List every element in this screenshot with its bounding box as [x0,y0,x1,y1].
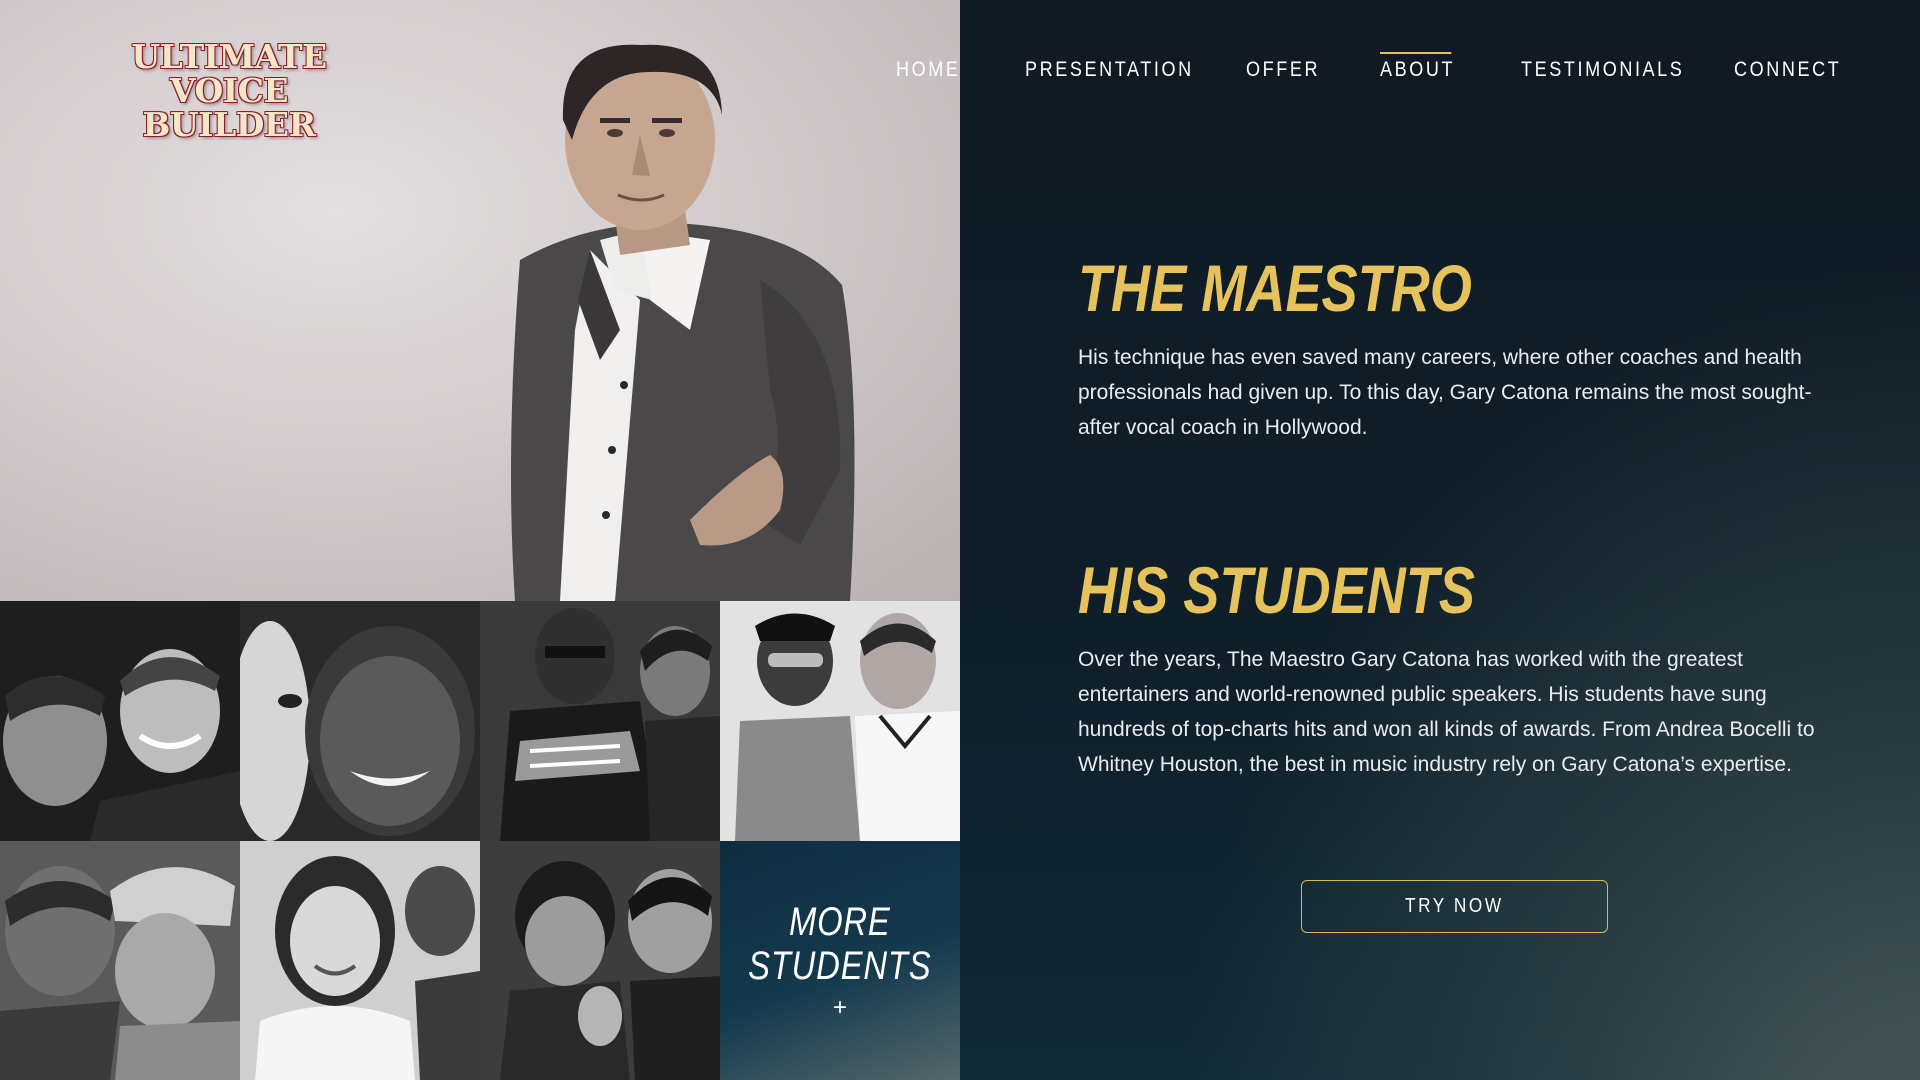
plus-icon: + [832,993,847,1021]
nav-item-offer[interactable]: OFFER [1246,58,1320,82]
more-students-line2: STUDENTS [748,943,932,988]
more-students-label: MORE STUDENTS [748,900,931,988]
nav-item-testimonials[interactable]: TESTIMONIALS [1521,58,1684,82]
hero-photo: ULTIMATE VOICE BUILDER [0,0,960,601]
student-photo-tile[interactable] [720,601,960,841]
site-logo[interactable]: ULTIMATE VOICE BUILDER [96,40,362,142]
logo-text-line1: ULTIMATE [131,37,327,76]
nav-item-presentation[interactable]: PRESENTATION [1025,58,1194,82]
left-media-panel: ULTIMATE VOICE BUILDER MORE STUDENTS + [0,0,960,1080]
student-photo-tile[interactable] [480,601,720,841]
nav-item-connect[interactable]: CONNECT [1734,58,1841,82]
student-photo-tile[interactable] [480,841,720,1080]
section-title-maestro: THE MAESTRO [1078,251,1472,325]
students-photo-grid: MORE STUDENTS + [0,601,960,1080]
nav-item-about[interactable]: ABOUT [1380,52,1455,82]
logo-text-line2: VOICE BUILDER [142,71,316,144]
student-photo-tile[interactable] [240,601,480,841]
more-students-line1: MORE [789,899,891,944]
section-body-students: Over the years, The Maestro Gary Catona … [1078,648,1815,776]
more-students-button[interactable]: MORE STUDENTS + [720,841,960,1080]
student-photo [240,601,480,841]
main-nav: HOME PRESENTATION OFFER ABOUT TESTIMONIA… [896,0,1920,120]
student-photo [480,841,720,1080]
try-now-label: TRY NOW [1405,895,1504,917]
student-photo-tile[interactable] [240,841,480,1080]
student-photo-tile[interactable] [0,841,240,1080]
student-photo [0,841,240,1080]
section-title-students: HIS STUDENTS [1078,553,1475,627]
content-panel: HOME PRESENTATION OFFER ABOUT TESTIMONIA… [896,0,1920,1080]
nav-item-home[interactable]: HOME [896,58,961,82]
student-photo [240,841,480,1080]
student-photo [0,601,240,841]
student-photo [720,601,960,841]
try-now-button[interactable]: TRY NOW [1301,880,1608,933]
student-photo [480,601,720,841]
student-photo-tile[interactable] [0,601,240,841]
section-body-maestro: His technique has even saved many career… [1078,346,1812,439]
